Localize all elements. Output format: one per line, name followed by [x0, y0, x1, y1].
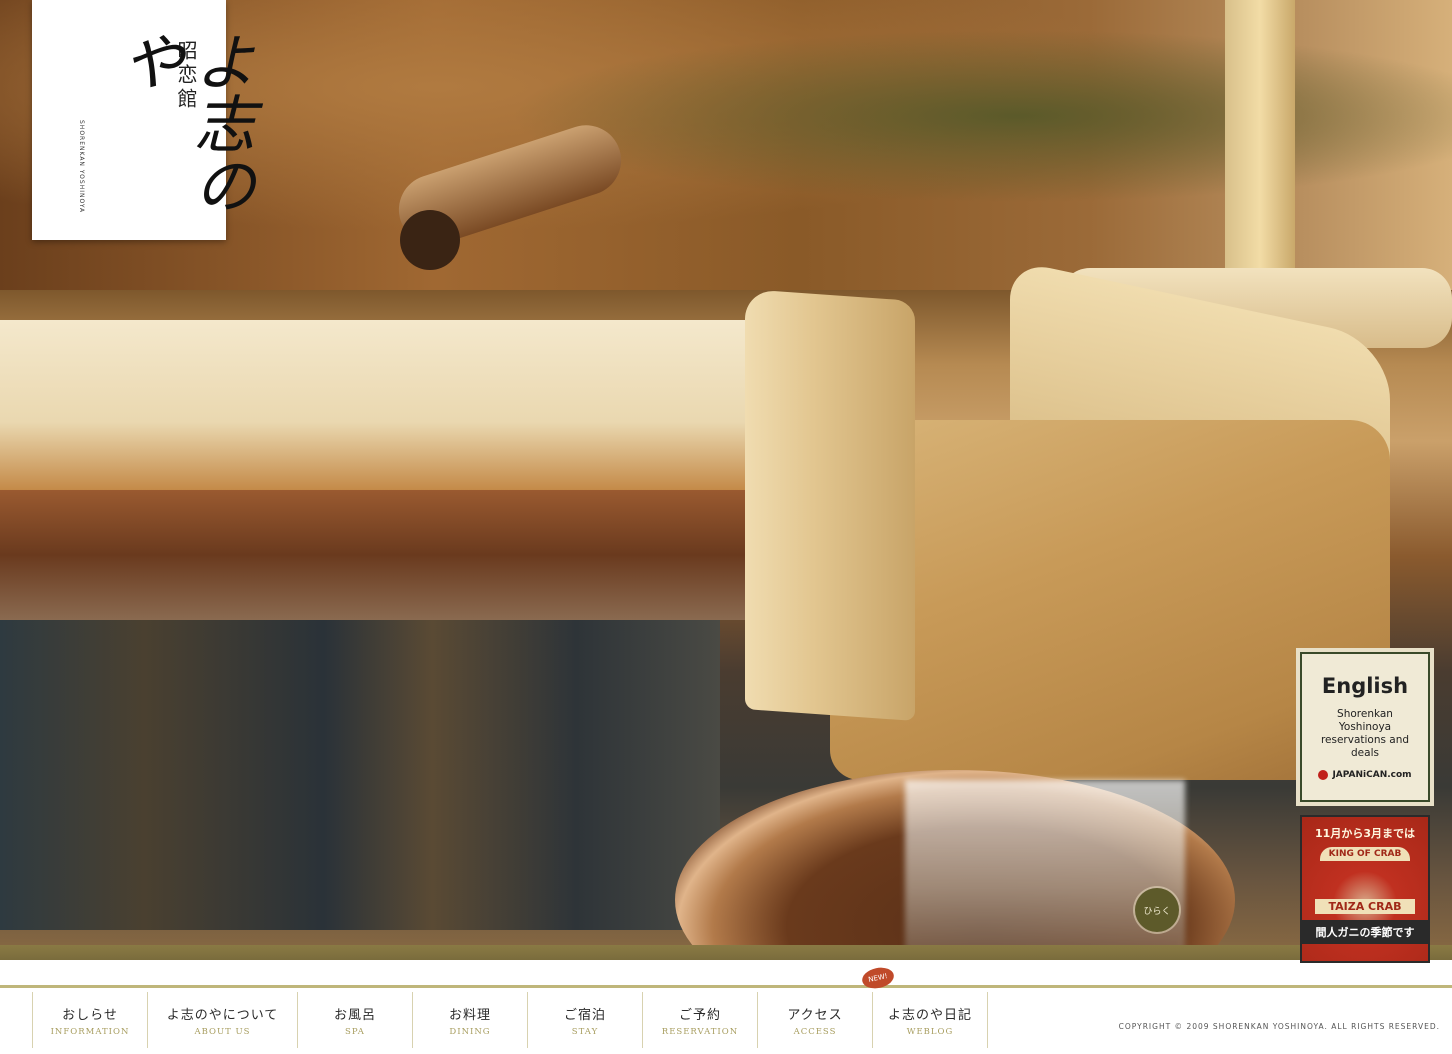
japanican-logo: JAPANiCAN.com [1302, 770, 1428, 780]
nav-label-jp: お風呂 [333, 1007, 376, 1023]
nav-label-en: RESERVATION [661, 1026, 739, 1037]
crab-season-bottom: 間人ガニの季節です [1302, 920, 1428, 944]
nav-item-weblog[interactable]: よ志のや日記 WEBLOG [873, 992, 988, 1048]
nav-label-jp: おしらせ [62, 1007, 118, 1023]
main-nav: おしらせ INFORMATION よ志のやについて ABOUT US お風呂 S… [32, 992, 988, 1048]
logo-roman: SHORENKAN YOSHINOYA [78, 120, 85, 214]
new-badge: NEW! [860, 964, 896, 992]
wooden-tub-rim [0, 320, 750, 490]
nav-label-jp: アクセス [787, 1007, 843, 1023]
hiraku-button[interactable]: ひらく [1135, 888, 1179, 932]
nav-item-stay[interactable]: ご宿泊 STAY [528, 992, 643, 1048]
nav-item-dining[interactable]: お料理 DINING [413, 992, 528, 1048]
wooden-post [1225, 0, 1295, 280]
nav-item-spa[interactable]: お風呂 SPA [298, 992, 413, 1048]
wooden-tub-band [0, 490, 750, 620]
nav-label-en: INFORMATION [50, 1026, 130, 1037]
nav-label-en: DINING [449, 1026, 491, 1037]
crab-season-text: 11月から3月までは [1315, 827, 1415, 840]
pipe-opening [400, 210, 460, 270]
nav-label-jp: よ志のや日記 [887, 1007, 972, 1023]
nav-item-reservation[interactable]: ご予約 RESERVATION [643, 992, 758, 1048]
nav-label-en: ACCESS [793, 1026, 837, 1037]
nav-item-about[interactable]: よ志のやについて ABOUT US [148, 992, 298, 1048]
site-logo[interactable]: 昭恋館 よ志のや SHORENKAN YOSHINOYA [32, 0, 256, 240]
nav-item-information[interactable]: おしらせ INFORMATION [33, 992, 148, 1048]
english-title: English [1321, 674, 1409, 698]
nav-label-jp: お料理 [448, 1007, 491, 1023]
nav-label-jp: ご予約 [678, 1007, 721, 1023]
trough-plank [745, 289, 915, 721]
wooden-tub-side [0, 620, 720, 930]
japanican-dot-icon [1318, 770, 1329, 780]
nav-label-en: ABOUT US [194, 1026, 251, 1037]
flowing-water [905, 780, 1185, 960]
king-of-crab-label: KING OF CRAB [1320, 847, 1410, 861]
english-site-banner[interactable]: English Shorenkan Yoshinoya reservations… [1300, 652, 1430, 802]
nav-label-en: WEBLOG [906, 1026, 954, 1037]
crab-season-banner[interactable]: 11月から3月までは KING OF CRAB TAIZA CRAB 間人ガニの… [1300, 815, 1430, 963]
nav-label-jp: よ志のやについて [166, 1007, 279, 1023]
nav-label-en: SPA [345, 1026, 365, 1037]
nav-item-access[interactable]: アクセス ACCESS [758, 992, 873, 1048]
english-description: Shorenkan Yoshinoya reservations and dea… [1320, 708, 1410, 759]
bottom-navbar: おしらせ INFORMATION よ志のやについて ABOUT US お風呂 S… [0, 964, 1452, 1054]
nav-label-jp: ご宿泊 [563, 1007, 606, 1023]
copyright-text: COPYRIGHT © 2009 SHORENKAN YOSHINOYA. AL… [1118, 1022, 1440, 1031]
ground-strip [0, 945, 1452, 960]
logo-kanji-main: よ志のや [111, 30, 256, 216]
nav-label-en: STAY [571, 1026, 599, 1037]
taiza-crab-label: TAIZA CRAB [1315, 899, 1415, 914]
japanican-text: JAPANiCAN.com [1332, 770, 1412, 780]
